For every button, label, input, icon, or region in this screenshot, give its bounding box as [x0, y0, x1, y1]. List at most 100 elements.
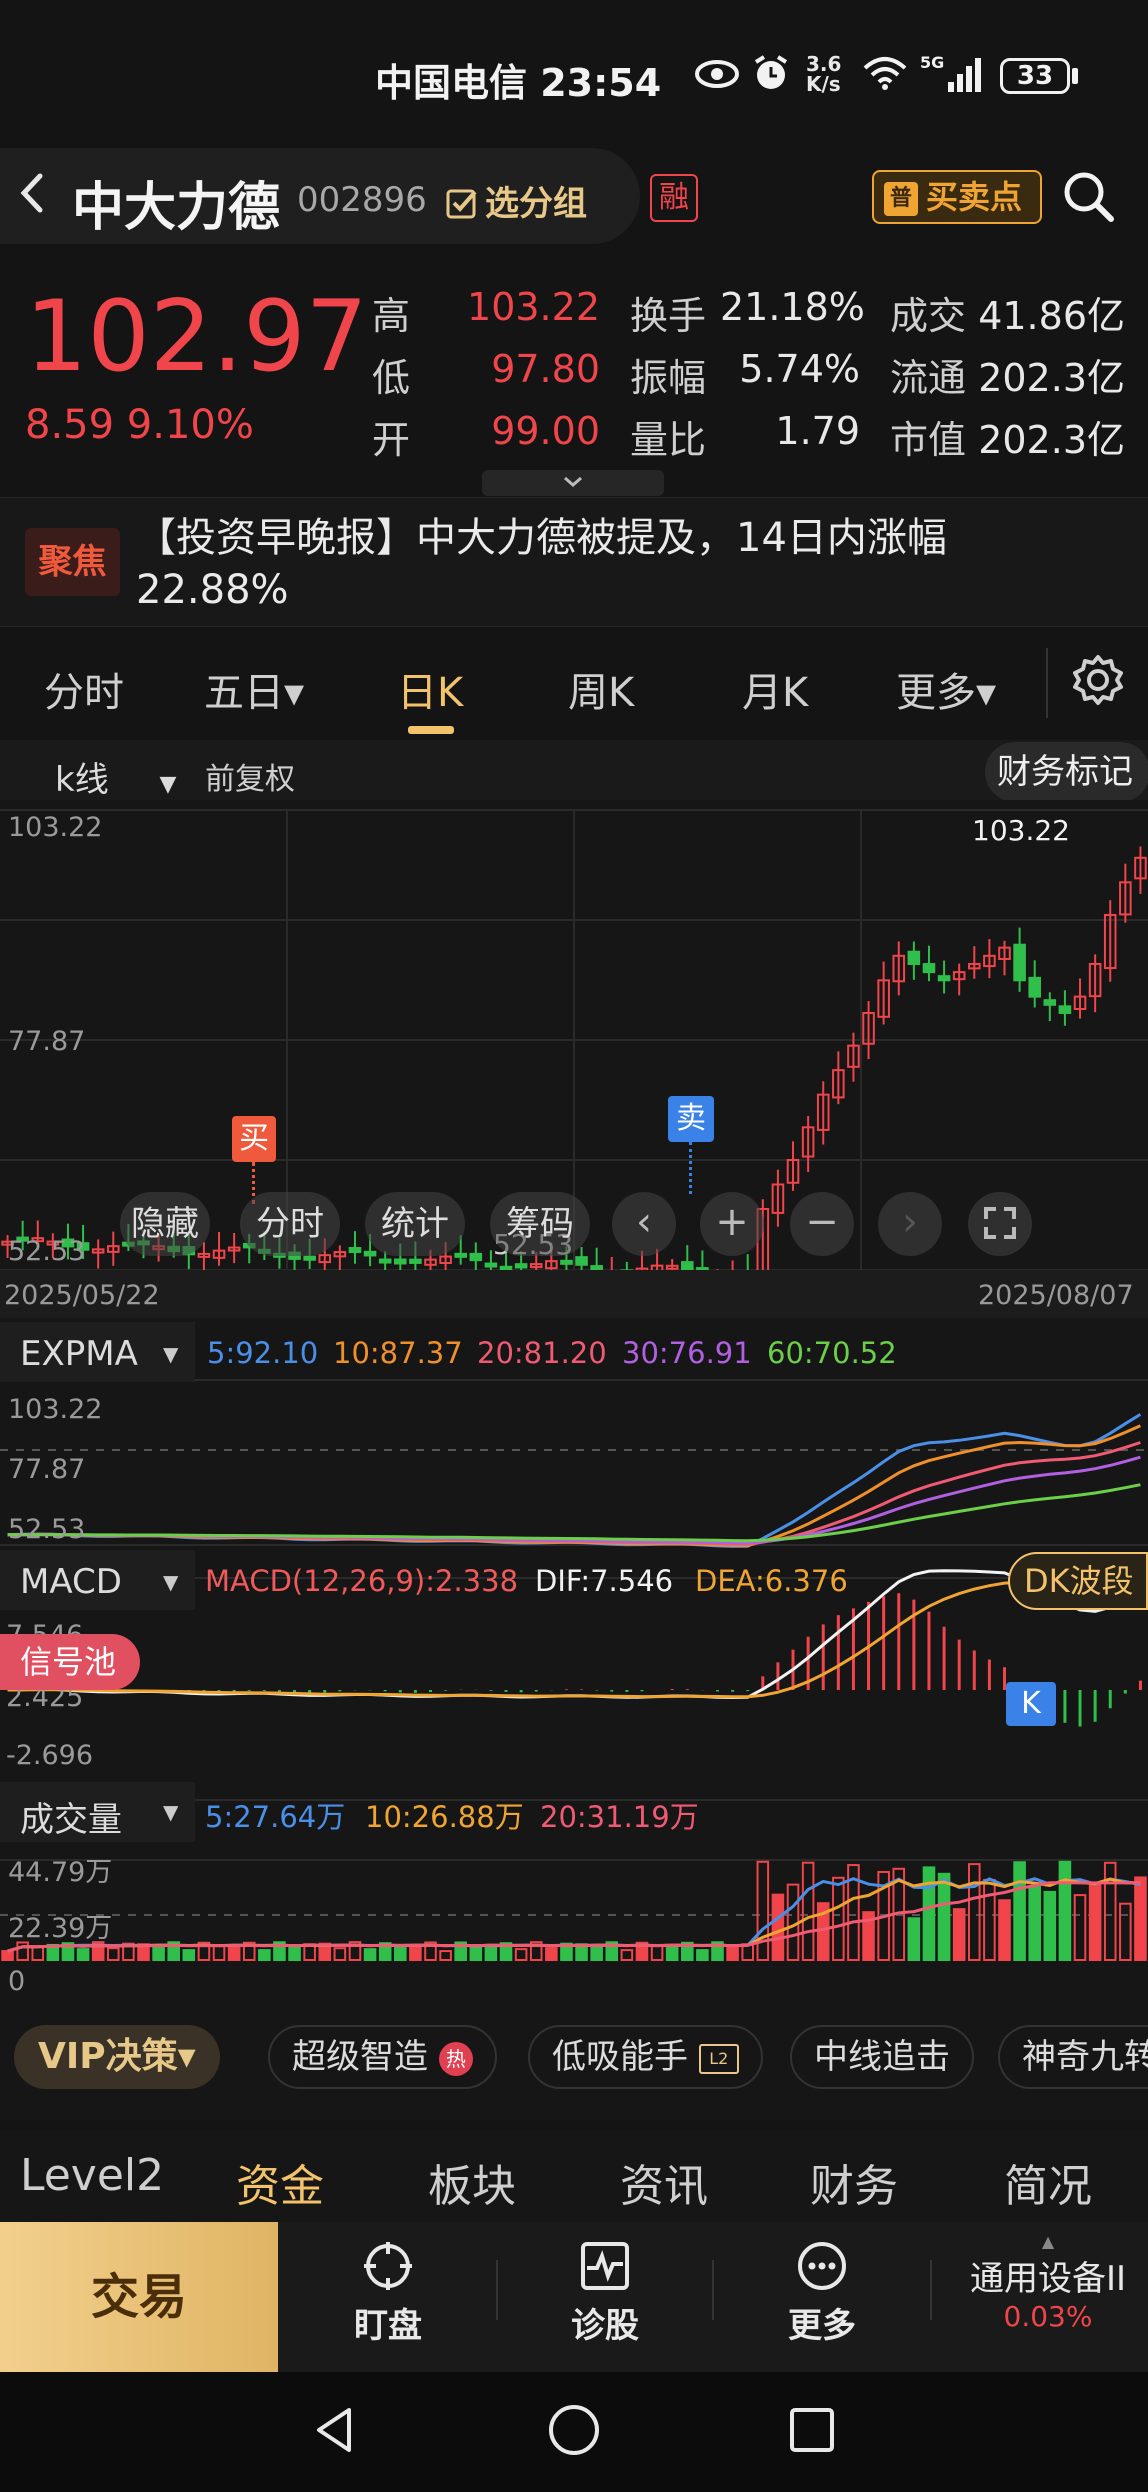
focus-tag-label: 聚焦	[38, 542, 107, 582]
macd-y-bottom: -2.696	[6, 1740, 94, 1771]
scroll-left-button[interactable]: ‹	[612, 1192, 676, 1256]
expma-legend-30: 30:76.91	[622, 1336, 752, 1370]
fullscreen-icon	[984, 1207, 1016, 1239]
finance-mark-button[interactable]: 财务标记	[985, 742, 1148, 802]
volume-bar	[665, 1944, 679, 1961]
chevron-left-icon	[20, 173, 43, 213]
tab-sector[interactable]: 板块	[428, 2150, 516, 2214]
volume-bar	[258, 1949, 271, 1961]
nav-recents-button[interactable]	[782, 2400, 842, 2464]
dk-band-button[interactable]: DK波段	[1008, 1552, 1148, 1610]
signal-pool-button[interactable]: 信号池	[0, 1634, 140, 1690]
volume-bar	[227, 1944, 241, 1961]
statistics-button[interactable]: 统计	[365, 1192, 465, 1256]
settings-button[interactable]	[1070, 652, 1126, 712]
nav-back-button[interactable]	[305, 2400, 365, 2464]
volume-bar	[590, 1946, 603, 1962]
tab-intraday[interactable]: 分时	[44, 660, 124, 718]
volume-name: 成交量	[20, 1800, 122, 1840]
stock-code: 002896	[297, 180, 427, 220]
adjust-mode[interactable]: 前复权	[205, 754, 295, 798]
back-button[interactable]	[12, 168, 52, 230]
info-tabs	[0, 2130, 1148, 2225]
zoom-out-button[interactable]: −	[790, 1192, 854, 1256]
price-change: 8.59 9.10%	[25, 402, 254, 448]
trade-button[interactable]: 交易	[0, 2222, 278, 2372]
last-price: 102.97	[25, 280, 368, 394]
vip-decision-button[interactable]: VIP决策▾	[14, 2025, 220, 2089]
fullscreen-button[interactable]	[968, 1192, 1032, 1256]
caret-down-icon: ▼	[163, 1570, 179, 1594]
volume-bar	[288, 1946, 301, 1962]
volume-bar	[469, 1945, 483, 1962]
search-icon	[1064, 172, 1114, 222]
hide-button[interactable]: 隐藏	[120, 1192, 210, 1256]
tab-financial[interactable]: 财务	[810, 2150, 898, 2214]
gear-icon	[1073, 655, 1123, 705]
label-turnover: 换手	[630, 294, 707, 338]
l2-icon: L2	[698, 2043, 739, 2074]
label-volume-amount: 成交	[890, 294, 967, 338]
caret-down-icon: ▼	[163, 1342, 179, 1366]
value-float: 202.3亿	[978, 356, 1125, 400]
value-high: 103.22	[467, 285, 600, 329]
change-value: 8.59	[25, 402, 115, 448]
kline-selector[interactable]: k线 ▼	[55, 752, 176, 801]
tab-weekly-k[interactable]: 周K	[568, 660, 634, 718]
feature-super-manufacturing[interactable]: 超级智造 热	[268, 2025, 497, 2089]
news-text[interactable]: 【投资早晚报】中大力德被提及，14日内涨幅22.88%	[136, 512, 1036, 616]
value-volume-amount: 41.86亿	[978, 294, 1125, 338]
candle-body	[378, 1258, 392, 1264]
watch-button[interactable]: 盯盘	[318, 2230, 458, 2347]
more-dots-icon	[798, 2242, 846, 2290]
candle-body	[590, 1265, 603, 1271]
chevron-right-icon: ›	[902, 1199, 918, 1245]
tab-monthly-k[interactable]: 月K	[742, 660, 808, 718]
kline-selector-label: k线	[55, 760, 109, 800]
nav-home-button[interactable]	[544, 2400, 604, 2464]
tab-daily-k[interactable]: 日K	[397, 660, 463, 718]
feature-mid-term[interactable]: 中线追击	[790, 2025, 974, 2089]
label-float: 流通	[890, 356, 967, 400]
zoom-in-button[interactable]: +	[700, 1192, 764, 1256]
sector-ticker[interactable]: ▲ 通用设备II 0.03%	[948, 2232, 1148, 2333]
scroll-right-button[interactable]: ›	[878, 1192, 942, 1256]
crosshair-icon	[364, 2242, 412, 2290]
label-low: 低	[372, 356, 411, 400]
buy-signal-marker[interactable]: 买	[232, 1116, 276, 1162]
recent-square-icon	[790, 2408, 834, 2452]
feature-low-buy[interactable]: 低吸能手 L2	[528, 2025, 763, 2089]
tab-news[interactable]: 资讯	[620, 2150, 708, 2214]
status-bar: 中国电信 23:54 3.6 K/s 5G 33	[0, 0, 1148, 150]
active-tab-underline	[408, 726, 454, 734]
tab-profile[interactable]: 简况	[1004, 2150, 1092, 2214]
sell-signal-marker[interactable]: 卖	[668, 1096, 714, 1142]
expand-quote-button[interactable]	[482, 470, 664, 496]
k-signal-marker[interactable]: K	[1006, 1682, 1056, 1726]
select-group-button[interactable]: 选分组	[445, 176, 587, 225]
volume-y-bottom: 0	[8, 1966, 26, 1997]
more-button[interactable]: 更多	[752, 2230, 892, 2347]
macd-legend-dea: DEA:6.376	[695, 1564, 848, 1598]
buy-sell-points-button[interactable]: 普买卖点	[872, 170, 1042, 224]
tab-capital[interactable]: 资金	[236, 2150, 324, 2214]
tab-five-day[interactable]: 五日▾	[204, 660, 304, 718]
feature-magic-nine[interactable]: 神奇九转	[998, 2025, 1148, 2089]
back-triangle-icon	[317, 2408, 351, 2452]
label-open: 开	[372, 418, 411, 462]
intraday-overlay-button[interactable]: 分时	[240, 1192, 340, 1256]
tab-level2[interactable]: Level2	[20, 2150, 164, 2201]
diagnose-button[interactable]: 诊股	[535, 2230, 675, 2347]
search-button[interactable]	[1060, 168, 1116, 224]
volume-bar	[182, 1949, 196, 1962]
volume-bar	[937, 1872, 951, 1962]
margin-badge[interactable]: 融	[650, 174, 698, 222]
volume-bar	[1, 1950, 14, 1962]
volume-bar	[1028, 1886, 1041, 1961]
chevron-left-icon: ‹	[636, 1199, 652, 1245]
macd-legend-dif: DIF:7.546	[535, 1564, 674, 1598]
tab-more[interactable]: 更多▾	[896, 660, 996, 718]
chips-button[interactable]: 筹码	[490, 1192, 590, 1256]
select-group-label: 选分组	[485, 184, 587, 224]
sector-name: 通用设备II	[969, 2259, 1127, 2299]
